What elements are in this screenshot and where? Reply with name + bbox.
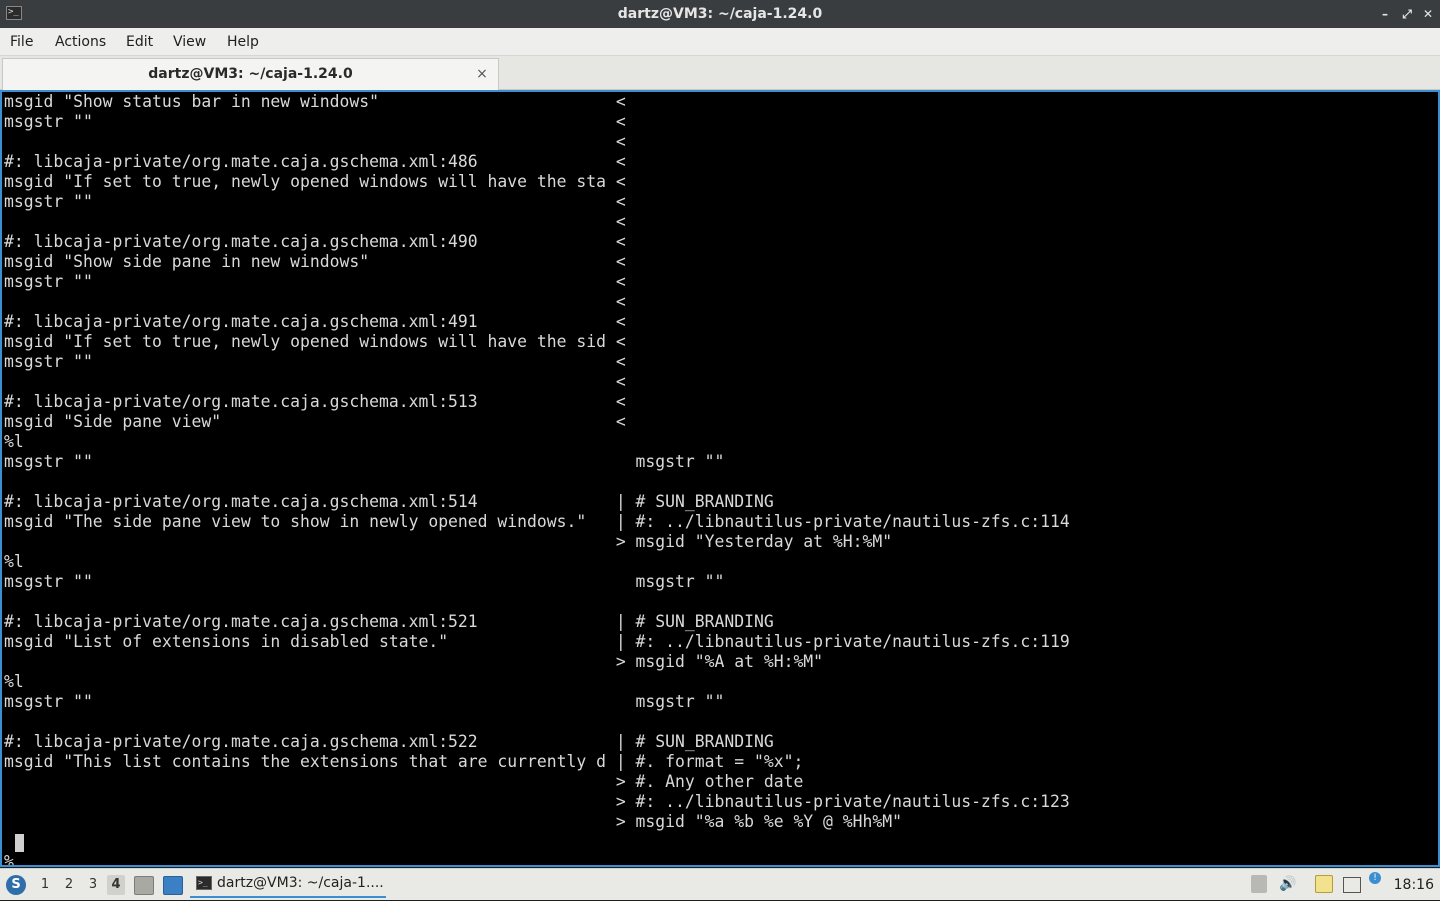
terminal-line: msgid "This list contains the extensions… (4, 752, 804, 771)
terminal-line: %l (4, 432, 24, 451)
taskbar: S 1 2 3 4 >_ dartz@VM3: ~/caja-1.... 🔊 !… (0, 868, 1440, 900)
text-cursor (15, 834, 24, 852)
terminal-line: > msgid "%a %b %e %Y @ %Hh%M" (4, 812, 902, 831)
window-title: dartz@VM3: ~/caja-1.24.0 (617, 6, 823, 22)
volume-icon[interactable]: 🔊 (1279, 875, 1297, 893)
tab-bar: dartz@VM3: ~/caja-1.24.0 × (0, 56, 1440, 90)
clock[interactable]: 18:16 (1394, 869, 1434, 901)
task-button-terminal[interactable]: >_ dartz@VM3: ~/caja-1.... (190, 871, 386, 898)
terminal-line: msgid "If set to true, newly opened wind… (4, 172, 626, 191)
close-button[interactable]: ✕ (1420, 5, 1436, 23)
terminal-line: msgid "If set to true, newly opened wind… (4, 332, 626, 351)
terminal-line: #: libcaja-private/org.mate.caja.gschema… (4, 152, 626, 171)
terminal-line: msgid "Show side pane in new windows" < (4, 252, 626, 271)
menu-edit[interactable]: Edit (126, 28, 153, 56)
terminal-line: < (4, 292, 626, 311)
workspace-1[interactable]: 1 (36, 875, 54, 895)
file-manager-icon[interactable] (134, 876, 154, 895)
terminal-line: < (4, 372, 626, 391)
terminal-line: < (4, 212, 626, 231)
menu-file[interactable]: File (10, 28, 33, 56)
terminal-line: %l (4, 672, 24, 691)
terminal-line: > msgid "%A at %H:%M" (4, 652, 824, 671)
terminal-line: #: libcaja-private/org.mate.caja.gschema… (4, 492, 774, 511)
notes-icon[interactable] (1315, 875, 1333, 893)
menu-help[interactable]: Help (227, 28, 259, 56)
terminal-line: msgid "Side pane view" < (4, 412, 626, 431)
terminal-tab[interactable]: dartz@VM3: ~/caja-1.24.0 × (2, 58, 499, 90)
maximize-button[interactable]: ⤢ (1399, 5, 1415, 23)
terminal-line: msgstr "" < (4, 192, 626, 211)
terminal-line: > msgid "Yesterday at %H:%M" (4, 532, 893, 551)
terminal-line: msgid "Show status bar in new windows" < (4, 92, 626, 111)
terminal-line: #: libcaja-private/org.mate.caja.gschema… (4, 312, 626, 331)
terminal-line: msgstr "" msgstr "" (4, 692, 725, 711)
menu-actions[interactable]: Actions (55, 28, 106, 56)
window-titlebar[interactable]: >_ dartz@VM3: ~/caja-1.24.0 – ⤢ ✕ (0, 0, 1440, 28)
terminal-line: > #. Any other date (4, 772, 804, 791)
task-label: dartz@VM3: ~/caja-1.... (217, 875, 384, 891)
terminal-line: < (4, 132, 626, 151)
menu-view[interactable]: View (173, 28, 206, 56)
start-menu-icon[interactable]: S (6, 875, 26, 895)
clipboard-icon[interactable] (1251, 875, 1267, 893)
tab-close-icon[interactable]: × (474, 65, 490, 83)
terminal-line: #: libcaja-private/org.mate.caja.gschema… (4, 612, 774, 631)
terminal-line: msgstr "" msgstr "" (4, 452, 725, 471)
terminal-icon: >_ (196, 876, 212, 890)
terminal-line: %l (4, 552, 24, 571)
terminal-line: #: libcaja-private/org.mate.caja.gschema… (4, 732, 774, 751)
terminal-line: msgid "List of extensions in disabled st… (4, 632, 1070, 651)
terminal-line: msgstr "" msgstr "" (4, 572, 725, 591)
minimize-button[interactable]: – (1377, 5, 1393, 23)
terminal-line: % (4, 852, 14, 867)
desktop-icon[interactable] (163, 876, 183, 895)
workspace-2[interactable]: 2 (60, 875, 78, 895)
terminal-line: msgstr "" < (4, 352, 626, 371)
terminal-line: #: libcaja-private/org.mate.caja.gschema… (4, 232, 626, 251)
terminal-output[interactable]: msgid "Show status bar in new windows" <… (0, 90, 1440, 867)
terminal-line: msgid "The side pane view to show in new… (4, 512, 1070, 531)
update-notification-icon[interactable]: ! (1369, 872, 1381, 884)
terminal-line: msgstr "" < (4, 272, 626, 291)
terminal-line: > #: ../libnautilus-private/nautilus-zfs… (4, 792, 1070, 811)
workspace-4[interactable]: 4 (107, 875, 125, 895)
terminal-line: msgstr "" < (4, 112, 626, 131)
network-icon[interactable] (1343, 877, 1361, 893)
workspace-3[interactable]: 3 (84, 875, 102, 895)
terminal-line: #: libcaja-private/org.mate.caja.gschema… (4, 392, 626, 411)
tab-label: dartz@VM3: ~/caja-1.24.0 (148, 66, 353, 82)
menubar: File Actions Edit View Help (0, 28, 1440, 56)
